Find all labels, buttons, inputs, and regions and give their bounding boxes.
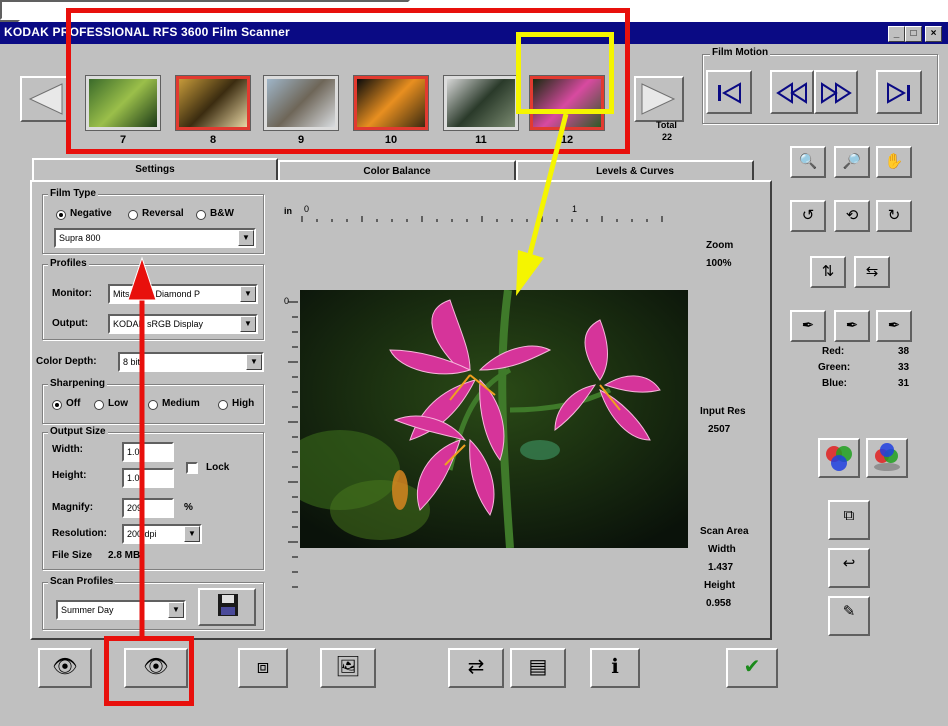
annotation-arrows xyxy=(127,113,569,640)
